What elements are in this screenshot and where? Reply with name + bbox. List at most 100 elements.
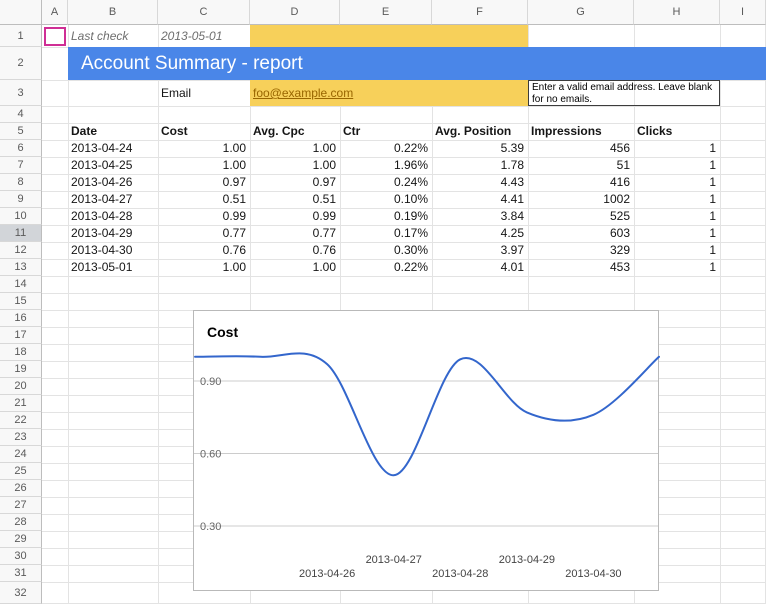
table-cell[interactable]: 0.97 [158, 174, 250, 191]
table-cell[interactable]: 416 [528, 174, 634, 191]
column-header[interactable]: H [634, 0, 720, 25]
row-header[interactable]: 25 [0, 463, 42, 480]
row-header[interactable]: 10 [0, 208, 42, 225]
column-header[interactable]: D [250, 0, 340, 25]
table-cell[interactable]: 1.00 [158, 259, 250, 276]
table-cell[interactable]: 1 [634, 242, 720, 259]
column-header[interactable]: E [340, 0, 432, 25]
column-header[interactable]: B [68, 0, 158, 25]
row-header[interactable]: 16 [0, 310, 42, 327]
table-cell[interactable]: 1.00 [250, 259, 340, 276]
row-header[interactable]: 19 [0, 361, 42, 378]
table-header-cell[interactable]: Cost [158, 123, 250, 140]
cell-email-input[interactable]: foo@example.com [250, 80, 528, 106]
table-cell[interactable]: 2013-04-29 [68, 225, 158, 242]
row-header[interactable]: 11 [0, 225, 42, 242]
email-note-cell[interactable]: Enter a valid email address. Leave blank… [528, 80, 720, 106]
cell-last-check-value[interactable]: 2013-05-01 [158, 25, 250, 47]
table-cell[interactable]: 4.41 [432, 191, 528, 208]
table-cell[interactable]: 0.77 [158, 225, 250, 242]
row-header[interactable]: 20 [0, 378, 42, 395]
table-cell[interactable]: 3.84 [432, 208, 528, 225]
table-cell[interactable]: 1.00 [250, 140, 340, 157]
table-cell[interactable]: 0.22% [340, 140, 432, 157]
row-header[interactable]: 31 [0, 565, 42, 582]
table-cell[interactable]: 525 [528, 208, 634, 225]
row-header[interactable]: 29 [0, 531, 42, 548]
table-cell[interactable]: 2013-04-30 [68, 242, 158, 259]
table-cell[interactable]: 4.01 [432, 259, 528, 276]
column-header[interactable]: I [720, 0, 766, 25]
column-header[interactable]: C [158, 0, 250, 25]
row-header[interactable]: 12 [0, 242, 42, 259]
table-cell[interactable]: 0.10% [340, 191, 432, 208]
table-cell[interactable]: 0.99 [158, 208, 250, 225]
report-title-banner[interactable]: Account Summary - report [68, 47, 766, 80]
table-cell[interactable]: 3.97 [432, 242, 528, 259]
table-cell[interactable]: 0.24% [340, 174, 432, 191]
table-cell[interactable]: 2013-04-26 [68, 174, 158, 191]
table-header-cell[interactable]: Avg. Cpc [250, 123, 340, 140]
row-header[interactable]: 27 [0, 497, 42, 514]
table-cell[interactable]: 1 [634, 140, 720, 157]
table-cell[interactable]: 0.77 [250, 225, 340, 242]
column-header[interactable]: F [432, 0, 528, 25]
table-cell[interactable]: 0.76 [250, 242, 340, 259]
row-header[interactable]: 3 [0, 80, 42, 106]
table-cell[interactable]: 0.76 [158, 242, 250, 259]
table-cell[interactable]: 456 [528, 140, 634, 157]
table-cell[interactable]: 1.00 [158, 157, 250, 174]
row-header[interactable]: 24 [0, 446, 42, 463]
row-header[interactable]: 1 [0, 25, 42, 47]
column-header[interactable]: G [528, 0, 634, 25]
table-cell[interactable]: 1 [634, 208, 720, 225]
table-cell[interactable]: 1 [634, 174, 720, 191]
table-cell[interactable]: 0.19% [340, 208, 432, 225]
row-header[interactable]: 18 [0, 344, 42, 361]
table-cell[interactable]: 4.43 [432, 174, 528, 191]
cell-email-label[interactable]: Email [158, 80, 250, 106]
table-cell[interactable]: 1 [634, 259, 720, 276]
table-cell[interactable]: 1.96% [340, 157, 432, 174]
row-header[interactable]: 15 [0, 293, 42, 310]
table-cell[interactable]: 0.30% [340, 242, 432, 259]
table-header-cell[interactable]: Clicks [634, 123, 720, 140]
table-cell[interactable]: 51 [528, 157, 634, 174]
table-cell[interactable]: 0.97 [250, 174, 340, 191]
table-cell[interactable]: 1.00 [158, 140, 250, 157]
table-cell[interactable]: 2013-04-25 [68, 157, 158, 174]
table-cell[interactable]: 1 [634, 191, 720, 208]
row-header[interactable]: 13 [0, 259, 42, 276]
table-cell[interactable]: 1 [634, 225, 720, 242]
row-header[interactable]: 7 [0, 157, 42, 174]
row-header[interactable]: 23 [0, 429, 42, 446]
table-cell[interactable]: 2013-04-28 [68, 208, 158, 225]
row-header[interactable]: 2 [0, 47, 42, 80]
table-cell[interactable]: 2013-04-24 [68, 140, 158, 157]
table-cell[interactable]: 603 [528, 225, 634, 242]
table-header-cell[interactable]: Ctr [340, 123, 432, 140]
table-cell[interactable]: 329 [528, 242, 634, 259]
row-header[interactable]: 14 [0, 276, 42, 293]
embedded-chart[interactable]: 0.300.600.902013-04-262013-04-272013-04-… [193, 310, 659, 591]
row-header[interactable]: 30 [0, 548, 42, 565]
table-cell[interactable]: 1.78 [432, 157, 528, 174]
table-cell[interactable]: 1002 [528, 191, 634, 208]
table-cell[interactable]: 453 [528, 259, 634, 276]
table-cell[interactable]: 1.00 [250, 157, 340, 174]
table-cell[interactable]: 2013-04-27 [68, 191, 158, 208]
row-header[interactable]: 4 [0, 106, 42, 123]
table-header-cell[interactable]: Avg. Position [432, 123, 528, 140]
table-header-cell[interactable]: Impressions [528, 123, 634, 140]
column-header[interactable]: A [42, 0, 68, 25]
table-header-cell[interactable]: Date [68, 123, 158, 140]
row-header[interactable]: 9 [0, 191, 42, 208]
selected-cell-indicator[interactable] [44, 27, 66, 46]
email-link[interactable]: foo@example.com [253, 86, 353, 100]
table-cell[interactable]: 5.39 [432, 140, 528, 157]
select-all-corner[interactable] [0, 0, 42, 25]
cell-last-check-label[interactable]: Last check [68, 25, 158, 47]
table-cell[interactable]: 2013-05-01 [68, 259, 158, 276]
row-header[interactable]: 32 [0, 582, 42, 604]
table-cell[interactable]: 0.22% [340, 259, 432, 276]
